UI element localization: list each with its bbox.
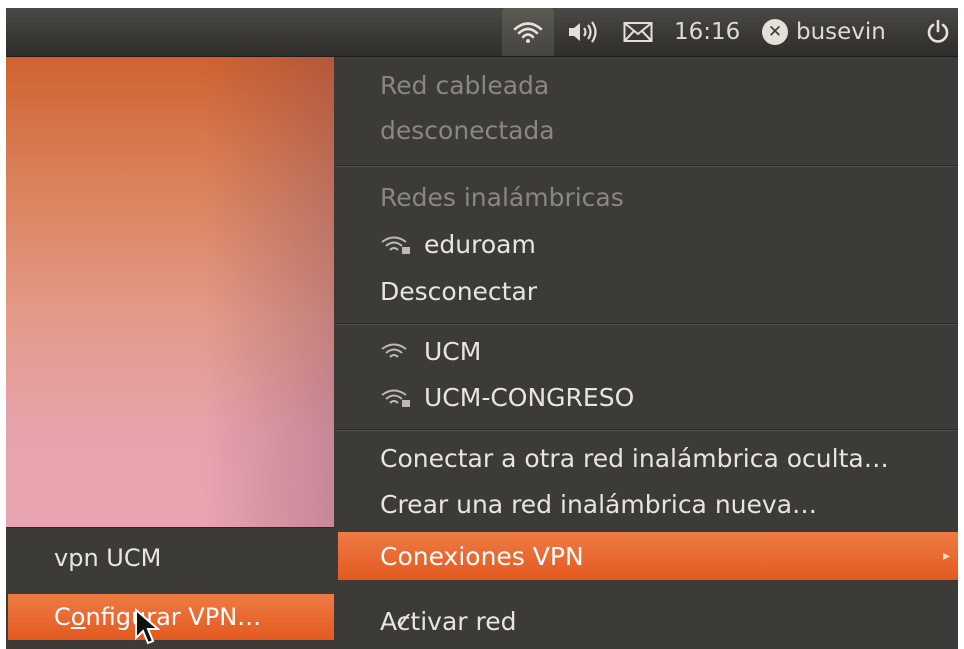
submenu-arrow-icon: ▸	[942, 548, 950, 564]
check-icon: ✓	[394, 607, 415, 635]
network-item-ucm-congreso[interactable]: UCM-CONGRESO	[380, 376, 634, 418]
network-item-ucm[interactable]: UCM	[380, 330, 481, 372]
network-name: UCM-CONGRESO	[424, 382, 635, 412]
wireless-header: Redes inalámbricas	[380, 182, 624, 212]
wifi-indicator[interactable]	[502, 8, 554, 56]
configure-vpn-item[interactable]: Configurar VPN…	[8, 594, 334, 640]
new-network-item[interactable]: Crear una red inalámbrica nueva…	[380, 483, 817, 525]
power-indicator[interactable]	[922, 8, 954, 56]
network-menu: Red cableada desconectada Redes inalámbr…	[336, 57, 958, 649]
clock[interactable]: 16:16	[674, 8, 740, 56]
network-name: UCM	[424, 336, 482, 366]
vpn-submenu: vpn UCM Configurar VPN…	[6, 527, 334, 649]
volume-indicator[interactable]	[558, 8, 608, 56]
wifi-icon	[513, 22, 543, 43]
user-name: busevin	[796, 19, 886, 45]
user-menu[interactable]: ✕ busevin	[762, 8, 886, 56]
wifi-lock-icon	[380, 386, 412, 408]
top-panel: 16:16 ✕ busevin	[6, 8, 958, 57]
mail-icon	[623, 22, 653, 42]
user-status-icon: ✕	[762, 19, 788, 45]
wired-status: desconectada	[380, 115, 555, 145]
wired-header: Red cableada	[380, 70, 550, 100]
desktop-wallpaper	[6, 57, 334, 527]
mail-indicator[interactable]	[618, 8, 658, 56]
vpn-connections-item[interactable]: Conexiones VPN ▸	[338, 532, 958, 580]
mouse-cursor-icon	[135, 608, 160, 645]
network-item-eduroam[interactable]: eduroam	[380, 223, 536, 265]
menu-separator	[336, 323, 958, 325]
screen: 16:16 ✕ busevin Red cableada desconectad…	[6, 8, 958, 649]
vpn-connections-label: Conexiones VPN	[380, 541, 584, 571]
power-icon	[927, 19, 949, 43]
enable-network-item[interactable]: ✓ Activar red	[380, 600, 516, 642]
hidden-network-item[interactable]: Conectar a otra red inalámbrica oculta…	[380, 437, 889, 479]
wifi-icon	[380, 340, 412, 362]
vpn-connection-item[interactable]: vpn UCM	[54, 536, 161, 580]
menu-separator	[336, 165, 958, 167]
network-name: eduroam	[424, 229, 536, 259]
menu-separator	[336, 429, 958, 431]
volume-icon	[569, 21, 597, 43]
wifi-lock-icon	[380, 233, 412, 255]
disconnect-item[interactable]: Desconectar	[380, 270, 537, 312]
